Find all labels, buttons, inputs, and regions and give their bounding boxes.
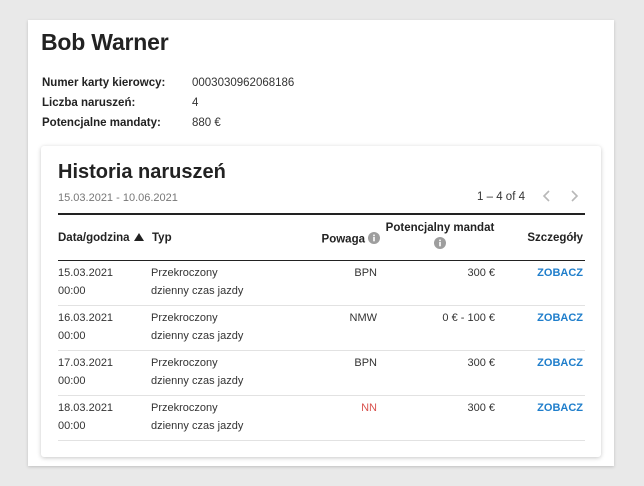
table-row: 15.03.2021 00:00 Przekroczony dzienny cz… — [58, 261, 585, 306]
sort-ascending-icon — [133, 232, 144, 244]
table-header: Data/godzina Typ Powaga Potencjalny mand… — [58, 213, 585, 261]
column-severity-label: Powaga — [321, 233, 365, 246]
row-type-line2: dzienny czas jazdy — [151, 375, 244, 387]
row-type-line1: Przekroczony — [151, 357, 218, 369]
pagination: 1 – 4 of 4 — [477, 186, 585, 208]
row-time: 00:00 — [58, 420, 86, 432]
potential-tickets-label: Potencjalne mandaty: — [42, 117, 161, 129]
row-type-line2: dzienny czas jazdy — [151, 285, 244, 297]
row-date: 17.03.2021 — [58, 357, 114, 369]
row-date: 16.03.2021 — [58, 312, 114, 324]
row-date: 15.03.2021 — [58, 267, 114, 279]
row-date: 18.03.2021 — [58, 402, 114, 414]
column-ticket-label: Potencjalny mandat — [385, 222, 495, 234]
row-time: 00:00 — [58, 330, 86, 342]
row-type-line1: Przekroczony — [151, 267, 218, 279]
row-time: 00:00 — [58, 285, 86, 297]
pagination-label: 1 – 4 of 4 — [477, 191, 525, 203]
column-header-type: Typ — [152, 232, 172, 244]
next-page-button[interactable] — [563, 186, 585, 208]
potential-tickets-value: 880 € — [192, 117, 221, 129]
column-header-ticket: Potencjalny mandat — [385, 222, 495, 252]
table-row: 17.03.2021 00:00 Przekroczony dzienny cz… — [58, 351, 585, 396]
chevron-right-icon — [568, 189, 580, 206]
info-icon[interactable] — [368, 232, 380, 247]
row-ticket: 0 € - 100 € — [442, 312, 495, 324]
prev-page-button[interactable] — [536, 186, 558, 208]
card-number-label: Numer karty kierowcy: — [42, 77, 166, 89]
row-details-link[interactable]: ZOBACZ — [537, 399, 583, 417]
info-row-card-number: Numer karty kierowcy: 0003030962068186 — [42, 73, 294, 93]
row-details-link[interactable]: ZOBACZ — [537, 309, 583, 327]
row-type-line1: Przekroczony — [151, 312, 218, 324]
row-details-link[interactable]: ZOBACZ — [537, 264, 583, 282]
row-type-line2: dzienny czas jazdy — [151, 420, 244, 432]
driver-info: Numer karty kierowcy: 0003030962068186 L… — [42, 73, 294, 133]
row-ticket: 300 € — [467, 357, 495, 369]
row-type-line1: Przekroczony — [151, 402, 218, 414]
driver-name: Bob Warner — [41, 29, 169, 55]
row-severity: NMW — [349, 312, 378, 324]
row-severity: NN — [361, 402, 377, 414]
violation-history-card: Historia naruszeń 15.03.2021 - 10.06.202… — [41, 146, 601, 457]
row-time: 00:00 — [58, 375, 86, 387]
row-ticket: 300 € — [467, 402, 495, 414]
row-ticket: 300 € — [467, 267, 495, 279]
row-severity: BPN — [354, 267, 377, 279]
history-date-range: 15.03.2021 - 10.06.2021 — [58, 192, 178, 204]
violations-count-value: 4 — [192, 97, 199, 109]
row-type-line2: dzienny czas jazdy — [151, 330, 244, 342]
row-details-link[interactable]: ZOBACZ — [537, 354, 583, 372]
row-severity: BPN — [354, 357, 377, 369]
violations-count-label: Liczba naruszeń: — [42, 97, 136, 109]
column-date-label: Data/godzina — [58, 232, 130, 245]
driver-panel: Bob Warner Numer karty kierowcy: 0003030… — [28, 20, 614, 466]
table-row: 18.03.2021 00:00 Przekroczony dzienny cz… — [58, 396, 585, 441]
history-title: Historia naruszeń — [58, 161, 226, 183]
info-row-potential-tickets: Potencjalne mandaty: 880 € — [42, 113, 294, 133]
column-header-date[interactable]: Data/godzina — [58, 232, 144, 244]
info-icon[interactable] — [385, 237, 495, 252]
card-number-value: 0003030962068186 — [192, 77, 295, 89]
table-row: 16.03.2021 00:00 Przekroczony dzienny cz… — [58, 306, 585, 351]
violations-table: Data/godzina Typ Powaga Potencjalny mand… — [58, 213, 585, 441]
info-row-violations-count: Liczba naruszeń: 4 — [42, 93, 294, 113]
column-header-details: Szczegóły — [527, 232, 583, 244]
column-header-severity: Powaga — [322, 232, 380, 247]
chevron-left-icon — [541, 189, 553, 206]
